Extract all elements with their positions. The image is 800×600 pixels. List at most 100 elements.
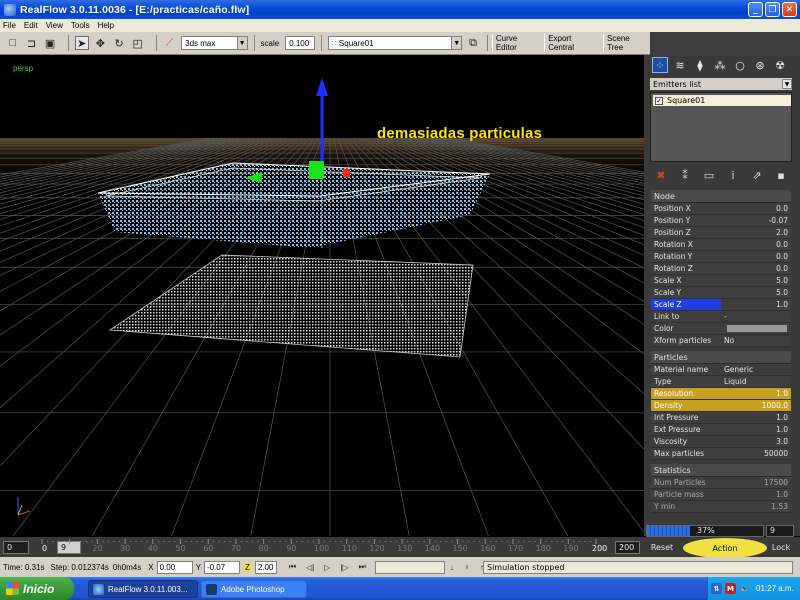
prop-resolution[interactable]: Resolution 1.0 (651, 388, 791, 400)
down-arrow-icon[interactable]: ↓ (450, 563, 454, 572)
volume-icon[interactable]: 🔈 (739, 583, 750, 594)
z-coord-input[interactable]: 2.00 (254, 560, 277, 574)
menu-edit[interactable]: Edit (24, 21, 38, 30)
emitter-checkbox[interactable]: ✓ (655, 96, 663, 105)
prop-value[interactable]: 2.0 (721, 227, 791, 238)
prop-value[interactable]: 5.0 (721, 287, 791, 298)
action-button[interactable]: Action (683, 538, 767, 558)
display-icon[interactable]: ▭ (702, 168, 716, 182)
prop-value[interactable]: Liquid (721, 376, 791, 387)
prop-value[interactable]: -0.07 (721, 215, 791, 226)
close-button[interactable]: ✕ (782, 2, 797, 17)
menu-tools[interactable]: Tools (71, 21, 90, 30)
object-select[interactable]: ∷ Square01 ▼ (327, 36, 463, 50)
prop-rotation-x[interactable]: Rotation X 0.0 (651, 239, 791, 251)
network-icon[interactable]: ⇅ (711, 583, 722, 594)
prop-max-particles[interactable]: Max particles 50000 (651, 448, 791, 460)
menu-file[interactable]: File (3, 21, 16, 30)
link-icon[interactable]: ⁑ (678, 168, 692, 182)
3d-viewport[interactable] (0, 55, 644, 536)
section-node[interactable]: Node (651, 190, 791, 203)
section-statistics[interactable]: Statistics (651, 464, 791, 477)
prop-value[interactable]: - (721, 311, 791, 322)
prop-position-x[interactable]: Position X 0.0 (651, 203, 791, 215)
prop-xform-particles[interactable]: Xform particles No (651, 335, 791, 347)
timeline-start-input[interactable]: 0 (3, 541, 29, 554)
light-icon[interactable]: ♀ (464, 563, 470, 572)
prop-value[interactable]: 50000 (721, 448, 791, 459)
antivirus-icon[interactable]: M (725, 583, 736, 594)
prop-scale-z[interactable]: Scale Z 1.0 (651, 299, 791, 311)
first-frame-icon[interactable]: ⏮ (289, 562, 296, 572)
play-icon[interactable]: ▷ (324, 563, 330, 572)
prop-position-z[interactable]: Position Z 2.0 (651, 227, 791, 239)
objects-tab-icon[interactable]: ⧫ (692, 57, 708, 73)
rotate-icon[interactable]: ↻ (112, 36, 126, 50)
frame-counter[interactable]: 9 (766, 525, 794, 537)
lock-button[interactable]: Lock (768, 540, 794, 554)
scale-icon[interactable]: ◰ (131, 36, 145, 50)
menu-view[interactable]: View (46, 21, 63, 30)
task-realflow[interactable]: RealFlow 3.0.11.003... (88, 580, 198, 598)
prop-material-name[interactable]: Material name Generic (651, 364, 791, 376)
open-folder-icon[interactable]: ⊐ (25, 36, 39, 50)
prop-density[interactable]: Density 1000.0 (651, 400, 791, 412)
new-file-icon[interactable]: □ (6, 36, 20, 50)
prop-type[interactable]: Type Liquid (651, 376, 791, 388)
prop-value[interactable]: No (721, 335, 791, 346)
gizmo-center[interactable] (309, 161, 324, 179)
color-swatch[interactable] (727, 325, 787, 332)
prop-position-y[interactable]: Position Y -0.07 (651, 215, 791, 227)
emitters-tab-icon[interactable]: ⁘ (652, 57, 668, 73)
prop-color[interactable]: Color (651, 323, 791, 335)
delete-icon[interactable]: ✖ (654, 168, 668, 182)
prop-int-pressure[interactable]: Int Pressure 1.0 (651, 412, 791, 424)
scale-input[interactable]: 0.100 (285, 36, 315, 50)
prop-value[interactable]: 0.0 (721, 203, 791, 214)
last-frame-icon[interactable]: ⏭ (359, 562, 366, 572)
x-coord-input[interactable]: 0.00 (156, 560, 193, 574)
move-icon[interactable]: ✥ (94, 36, 108, 50)
scene-tree-button[interactable]: Scene Tree (603, 34, 650, 52)
export-central-button[interactable]: Export Central (544, 34, 601, 52)
prop-value[interactable]: 5.0 (721, 275, 791, 286)
menu-help[interactable]: Help (98, 21, 114, 30)
z-axis-handle[interactable] (343, 169, 350, 177)
waves-tab-icon[interactable]: ⊛ (752, 57, 768, 73)
prop-value[interactable]: Generic (721, 364, 791, 375)
playback-field[interactable] (374, 560, 445, 574)
section-particles[interactable]: Particles (651, 351, 791, 364)
meshes-tab-icon[interactable]: ○ (732, 57, 748, 73)
prop-value[interactable]: 1.0 (721, 388, 791, 399)
minimize-button[interactable]: _ (748, 2, 763, 17)
prop-value[interactable]: 3.0 (721, 436, 791, 447)
save-icon[interactable]: ▣ (43, 36, 57, 50)
maximize-button[interactable]: ❐ (765, 2, 780, 17)
prop-viscosity[interactable]: Viscosity 3.0 (651, 436, 791, 448)
prop-value[interactable]: 1000.0 (721, 400, 791, 411)
prop-value[interactable]: 1.0 (721, 412, 791, 423)
export-icon[interactable]: ⇗ (750, 168, 764, 182)
y-coord-input[interactable]: -0.07 (203, 560, 240, 574)
prop-rotation-y[interactable]: Rotation Y 0.0 (651, 251, 791, 263)
reset-button[interactable]: Reset (646, 540, 678, 554)
list-item[interactable]: ✓ Square01 (653, 95, 791, 106)
prop-scale-x[interactable]: Scale X 5.0 (651, 275, 791, 287)
info-icon[interactable]: i (726, 168, 740, 182)
task-photoshop[interactable]: Adobe Photoshop (201, 580, 307, 598)
start-button[interactable]: Inicio (0, 577, 74, 600)
navigation-mode-select[interactable]: 3ds max ▼ (181, 36, 248, 50)
emitters-list-header[interactable]: Emitters list ▼ (650, 78, 792, 90)
prop-value[interactable]: 0.0 (721, 251, 791, 262)
save-icon[interactable]: ▪ (774, 168, 788, 182)
curve-editor-button[interactable]: Curve Editor (491, 34, 542, 52)
chevron-down-icon[interactable]: ▼ (782, 79, 792, 89)
select-arrow-icon[interactable]: ➤ (74, 36, 89, 50)
timeline-end-input[interactable]: 200 (615, 541, 640, 554)
copy-icon[interactable]: ⧉ (466, 36, 480, 50)
prop-value[interactable]: 1.0 (721, 424, 791, 435)
particles-tab-icon[interactable]: ☢ (772, 57, 788, 73)
prop-link-to[interactable]: Link to - (651, 311, 791, 323)
step-forward-icon[interactable]: |▷ (340, 563, 348, 572)
prop-ext-pressure[interactable]: Ext Pressure 1.0 (651, 424, 791, 436)
